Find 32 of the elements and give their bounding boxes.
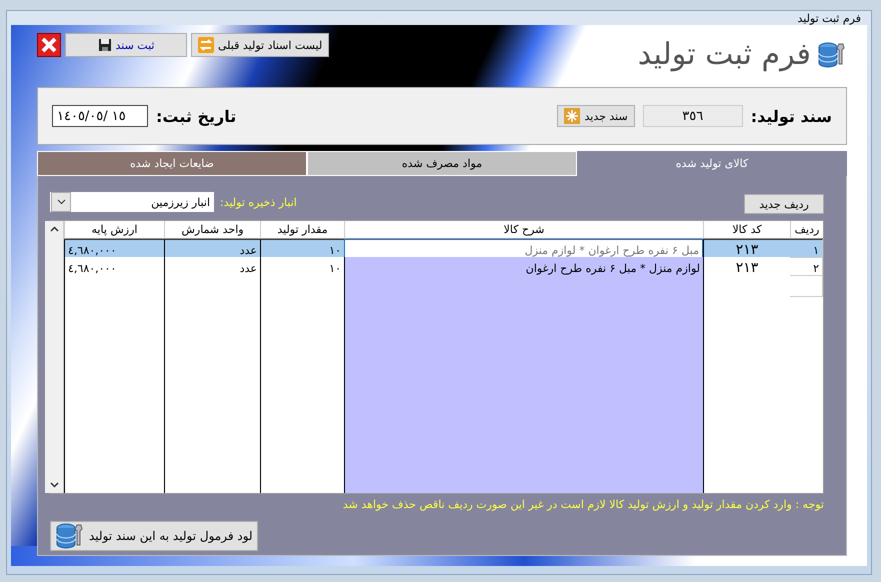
swap-arrows-icon [198,37,214,53]
column-header: شرح کالا [344,221,703,239]
database-wrench-icon [55,521,85,551]
new-document-button[interactable]: سند جدید [557,105,635,127]
chevron-down-icon [50,482,58,488]
column-header: مقدار تولید [260,221,344,239]
save-button[interactable]: ثبت سند [65,33,187,57]
new-row-button[interactable]: ردیف جدید [744,194,824,214]
database-wrench-icon [817,40,847,70]
document-number-field[interactable]: ٣٥٦ [642,105,743,127]
close-button[interactable] [37,33,61,57]
date-field[interactable]: ١٤٠٥/٠٥/ ١٥ [52,105,148,127]
date-label: تاریخ ثبت: [156,106,236,126]
column-header: ارزش پایه [64,221,164,239]
tab[interactable]: ضایعات ایجاد شده [37,151,307,176]
tab[interactable]: کالای تولید شده [577,151,847,176]
previous-documents-button[interactable]: لیست اسناد تولید قبلی [191,33,330,57]
warehouse-dropdown[interactable]: انبار زیرزمین [50,192,214,212]
column-header: کد کالا [703,221,790,239]
chevron-down-icon [56,199,66,205]
column-header: ردیف [790,221,823,239]
load-formula-button[interactable]: لود فرمول تولید به این سند تولید [50,521,258,551]
tab[interactable]: مواد مصرف شده [307,151,577,176]
warehouse-label: انبار ذخیره تولید: [220,196,297,208]
form-title: فرم ثبت تولید [638,37,811,72]
sparkle-icon [564,108,580,124]
window-title: فرم ثبت تولید [796,11,862,25]
note-text: توجه : وارد کردن مقدار تولید و ارزش تولید کالا لازم است در غیر این صورت ردیف ناقص حذف خواهد شد [342,498,824,511]
scrollbar[interactable] [45,221,64,493]
column-header: واحد شمارش [164,221,260,239]
chevron-up-icon [50,226,58,232]
document-label: سند تولید: [750,106,832,126]
